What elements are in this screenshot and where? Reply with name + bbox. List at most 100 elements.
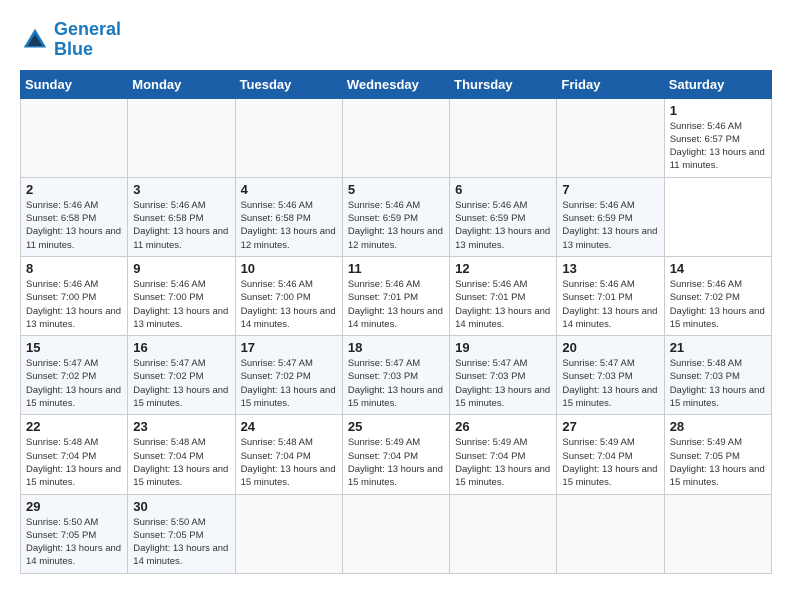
day-info: Sunrise: 5:46 AM Sunset: 6:57 PM Dayligh… — [670, 120, 766, 173]
day-info: Sunrise: 5:46 AM Sunset: 6:59 PM Dayligh… — [348, 199, 444, 252]
calendar-day: 6 Sunrise: 5:46 AM Sunset: 6:59 PM Daylig… — [450, 177, 557, 256]
day-number: 21 — [670, 340, 766, 355]
day-info: Sunrise: 5:46 AM Sunset: 6:58 PM Dayligh… — [133, 199, 229, 252]
day-info: Sunrise: 5:46 AM Sunset: 7:01 PM Dayligh… — [348, 278, 444, 331]
day-number: 19 — [455, 340, 551, 355]
logo: General Blue — [20, 20, 121, 60]
calendar-week-row: 29 Sunrise: 5:50 AM Sunset: 7:05 PM Dayli… — [21, 494, 772, 573]
empty-cell — [450, 494, 557, 573]
day-info: Sunrise: 5:47 AM Sunset: 7:03 PM Dayligh… — [455, 357, 551, 410]
empty-cell — [21, 98, 128, 177]
day-number: 24 — [241, 419, 337, 434]
day-number: 11 — [348, 261, 444, 276]
logo-icon — [20, 25, 50, 55]
day-info: Sunrise: 5:47 AM Sunset: 7:02 PM Dayligh… — [26, 357, 122, 410]
calendar-day: 3 Sunrise: 5:46 AM Sunset: 6:58 PM Daylig… — [128, 177, 235, 256]
calendar-week-row: 2 Sunrise: 5:46 AM Sunset: 6:58 PM Daylig… — [21, 177, 772, 256]
day-number: 15 — [26, 340, 122, 355]
day-number: 27 — [562, 419, 658, 434]
day-number: 13 — [562, 261, 658, 276]
day-number: 14 — [670, 261, 766, 276]
empty-cell — [557, 98, 664, 177]
day-info: Sunrise: 5:49 AM Sunset: 7:05 PM Dayligh… — [670, 436, 766, 489]
day-info: Sunrise: 5:47 AM Sunset: 7:03 PM Dayligh… — [348, 357, 444, 410]
day-info: Sunrise: 5:46 AM Sunset: 7:02 PM Dayligh… — [670, 278, 766, 331]
day-number: 23 — [133, 419, 229, 434]
day-number: 10 — [241, 261, 337, 276]
day-number: 9 — [133, 261, 229, 276]
day-header-thursday: Thursday — [450, 70, 557, 98]
calendar-day: 5 Sunrise: 5:46 AM Sunset: 6:59 PM Daylig… — [342, 177, 449, 256]
day-number: 16 — [133, 340, 229, 355]
calendar-day: 15 Sunrise: 5:47 AM Sunset: 7:02 PM Dayli… — [21, 336, 128, 415]
day-number: 17 — [241, 340, 337, 355]
calendar-day: 19 Sunrise: 5:47 AM Sunset: 7:03 PM Dayli… — [450, 336, 557, 415]
day-info: Sunrise: 5:46 AM Sunset: 6:58 PM Dayligh… — [26, 199, 122, 252]
calendar-day: 24Sunrise: 5:48 AM Sunset: 7:04 PM Dayli… — [235, 415, 342, 494]
day-info: Sunrise: 5:46 AM Sunset: 7:00 PM Dayligh… — [241, 278, 337, 331]
calendar-table: SundayMondayTuesdayWednesdayThursdayFrid… — [20, 70, 772, 574]
calendar-day: 21Sunrise: 5:48 AM Sunset: 7:03 PM Dayli… — [664, 336, 771, 415]
day-number: 30 — [133, 499, 229, 514]
calendar-day: 30 Sunrise: 5:50 AM Sunset: 7:05 PM Dayli… — [128, 494, 235, 573]
calendar-day: 27 Sunrise: 5:49 AM Sunset: 7:04 PM Dayli… — [557, 415, 664, 494]
calendar-day: 20Sunrise: 5:47 AM Sunset: 7:03 PM Dayli… — [557, 336, 664, 415]
calendar-day: 25 Sunrise: 5:49 AM Sunset: 7:04 PM Dayli… — [342, 415, 449, 494]
day-number: 26 — [455, 419, 551, 434]
day-number: 29 — [26, 499, 122, 514]
day-info: Sunrise: 5:49 AM Sunset: 7:04 PM Dayligh… — [562, 436, 658, 489]
empty-cell — [342, 98, 449, 177]
day-info: Sunrise: 5:48 AM Sunset: 7:04 PM Dayligh… — [133, 436, 229, 489]
calendar-day: 26 Sunrise: 5:49 AM Sunset: 7:04 PM Dayli… — [450, 415, 557, 494]
calendar-day: 7Sunrise: 5:46 AM Sunset: 6:59 PM Daylig… — [557, 177, 664, 256]
day-number: 4 — [241, 182, 337, 197]
calendar-week-row: 8Sunrise: 5:46 AM Sunset: 7:00 PM Daylig… — [21, 256, 772, 335]
day-info: Sunrise: 5:46 AM Sunset: 7:01 PM Dayligh… — [562, 278, 658, 331]
calendar-week-row: 15 Sunrise: 5:47 AM Sunset: 7:02 PM Dayli… — [21, 336, 772, 415]
calendar-day: 13 Sunrise: 5:46 AM Sunset: 7:01 PM Dayli… — [557, 256, 664, 335]
empty-cell — [235, 494, 342, 573]
day-info: Sunrise: 5:49 AM Sunset: 7:04 PM Dayligh… — [455, 436, 551, 489]
calendar-day: 17Sunrise: 5:47 AM Sunset: 7:02 PM Dayli… — [235, 336, 342, 415]
calendar-day: 4Sunrise: 5:46 AM Sunset: 6:58 PM Daylig… — [235, 177, 342, 256]
calendar-day: 11 Sunrise: 5:46 AM Sunset: 7:01 PM Dayli… — [342, 256, 449, 335]
calendar-day: 12 Sunrise: 5:46 AM Sunset: 7:01 PM Dayli… — [450, 256, 557, 335]
day-number: 6 — [455, 182, 551, 197]
day-header-saturday: Saturday — [664, 70, 771, 98]
day-header-monday: Monday — [128, 70, 235, 98]
day-info: Sunrise: 5:50 AM Sunset: 7:05 PM Dayligh… — [133, 516, 229, 569]
calendar-week-row: 1 Sunrise: 5:46 AM Sunset: 6:57 PM Daylig… — [21, 98, 772, 177]
day-number: 2 — [26, 182, 122, 197]
day-info: Sunrise: 5:47 AM Sunset: 7:02 PM Dayligh… — [133, 357, 229, 410]
empty-cell — [128, 98, 235, 177]
day-header-tuesday: Tuesday — [235, 70, 342, 98]
day-header-sunday: Sunday — [21, 70, 128, 98]
day-info: Sunrise: 5:46 AM Sunset: 6:59 PM Dayligh… — [455, 199, 551, 252]
day-number: 25 — [348, 419, 444, 434]
calendar-day: 9Sunrise: 5:46 AM Sunset: 7:00 PM Daylig… — [128, 256, 235, 335]
day-number: 1 — [670, 103, 766, 118]
page-header: General Blue — [20, 20, 772, 60]
calendar-day: 29Sunrise: 5:50 AM Sunset: 7:05 PM Dayli… — [21, 494, 128, 573]
day-info: Sunrise: 5:46 AM Sunset: 7:01 PM Dayligh… — [455, 278, 551, 331]
day-number: 18 — [348, 340, 444, 355]
calendar-week-row: 22 Sunrise: 5:48 AM Sunset: 7:04 PM Dayli… — [21, 415, 772, 494]
calendar-day: 14 Sunrise: 5:46 AM Sunset: 7:02 PM Dayli… — [664, 256, 771, 335]
empty-cell — [342, 494, 449, 573]
day-number: 20 — [562, 340, 658, 355]
day-number: 3 — [133, 182, 229, 197]
day-info: Sunrise: 5:49 AM Sunset: 7:04 PM Dayligh… — [348, 436, 444, 489]
day-number: 5 — [348, 182, 444, 197]
empty-cell — [664, 494, 771, 573]
calendar-day: 23 Sunrise: 5:48 AM Sunset: 7:04 PM Dayli… — [128, 415, 235, 494]
day-number: 12 — [455, 261, 551, 276]
calendar-day: 28Sunrise: 5:49 AM Sunset: 7:05 PM Dayli… — [664, 415, 771, 494]
calendar-header-row: SundayMondayTuesdayWednesdayThursdayFrid… — [21, 70, 772, 98]
calendar-day: 2 Sunrise: 5:46 AM Sunset: 6:58 PM Daylig… — [21, 177, 128, 256]
day-number: 22 — [26, 419, 122, 434]
day-number: 7 — [562, 182, 658, 197]
logo-text: General Blue — [54, 20, 121, 60]
calendar-day: 8Sunrise: 5:46 AM Sunset: 7:00 PM Daylig… — [21, 256, 128, 335]
empty-cell — [450, 98, 557, 177]
calendar-day: 16 Sunrise: 5:47 AM Sunset: 7:02 PM Dayli… — [128, 336, 235, 415]
